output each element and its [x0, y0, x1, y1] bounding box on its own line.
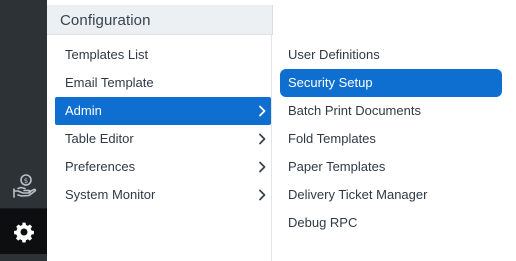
submenu-item-label: Delivery Ticket Manager [288, 187, 428, 202]
menu-item-label: System Monitor [65, 187, 156, 202]
configuration-menu-list: Templates List Email Template Admin Tabl… [55, 41, 271, 209]
submenu-item-delivery-ticket-manager[interactable]: Delivery Ticket Manager [280, 181, 502, 209]
submenu-item-label: Debug RPC [288, 215, 358, 230]
submenu-item-label: Paper Templates [288, 159, 386, 174]
submenu-item-label: Batch Print Documents [288, 103, 421, 118]
menu-item-admin[interactable]: Admin [55, 97, 271, 125]
sidebar: $ [0, 0, 47, 261]
menu-item-label: Email Template [65, 75, 154, 90]
chevron-right-icon [257, 97, 267, 125]
admin-submenu-list: User Definitions Security Setup Batch Pr… [280, 41, 502, 237]
submenu-item-label: Fold Templates [288, 131, 376, 146]
menu-item-table-editor[interactable]: Table Editor [55, 125, 271, 153]
chevron-right-icon [257, 125, 267, 153]
hand-coin-icon: $ [12, 174, 36, 198]
menu-item-label: Templates List [65, 47, 149, 62]
menu-item-label: Table Editor [65, 131, 134, 146]
menu-header: Configuration [47, 5, 516, 35]
submenu-item-security-setup[interactable]: Security Setup [280, 69, 502, 97]
menu-item-label: Preferences [65, 159, 136, 174]
submenu-item-label: User Definitions [288, 47, 380, 62]
submenu-item-label: Security Setup [288, 75, 373, 90]
menu-item-preferences[interactable]: Preferences [55, 153, 271, 181]
menu-item-email-template[interactable]: Email Template [55, 69, 271, 97]
submenu-item-fold-templates[interactable]: Fold Templates [280, 125, 502, 153]
submenu-item-user-definitions[interactable]: User Definitions [280, 41, 502, 69]
menu-title: Configuration [60, 12, 151, 29]
menu-item-system-monitor[interactable]: System Monitor [55, 181, 271, 209]
submenu-item-paper-templates[interactable]: Paper Templates [280, 153, 502, 181]
svg-text:$: $ [23, 177, 27, 185]
chevron-right-icon [257, 153, 267, 181]
submenu-item-batch-print-documents[interactable]: Batch Print Documents [280, 97, 502, 125]
sidebar-item-billing[interactable]: $ [0, 163, 47, 209]
sidebar-item-settings[interactable] [0, 208, 47, 254]
menu-divider [271, 35, 272, 261]
gear-icon [13, 222, 34, 242]
submenu-header [272, 5, 516, 35]
submenu-item-debug-rpc[interactable]: Debug RPC [280, 209, 502, 237]
menu-item-templates-list[interactable]: Templates List [55, 41, 271, 69]
chevron-right-icon [257, 181, 267, 209]
menu-item-label: Admin [65, 103, 102, 118]
configuration-menu-panel: Configuration Templates List Email Templ… [47, 0, 516, 261]
